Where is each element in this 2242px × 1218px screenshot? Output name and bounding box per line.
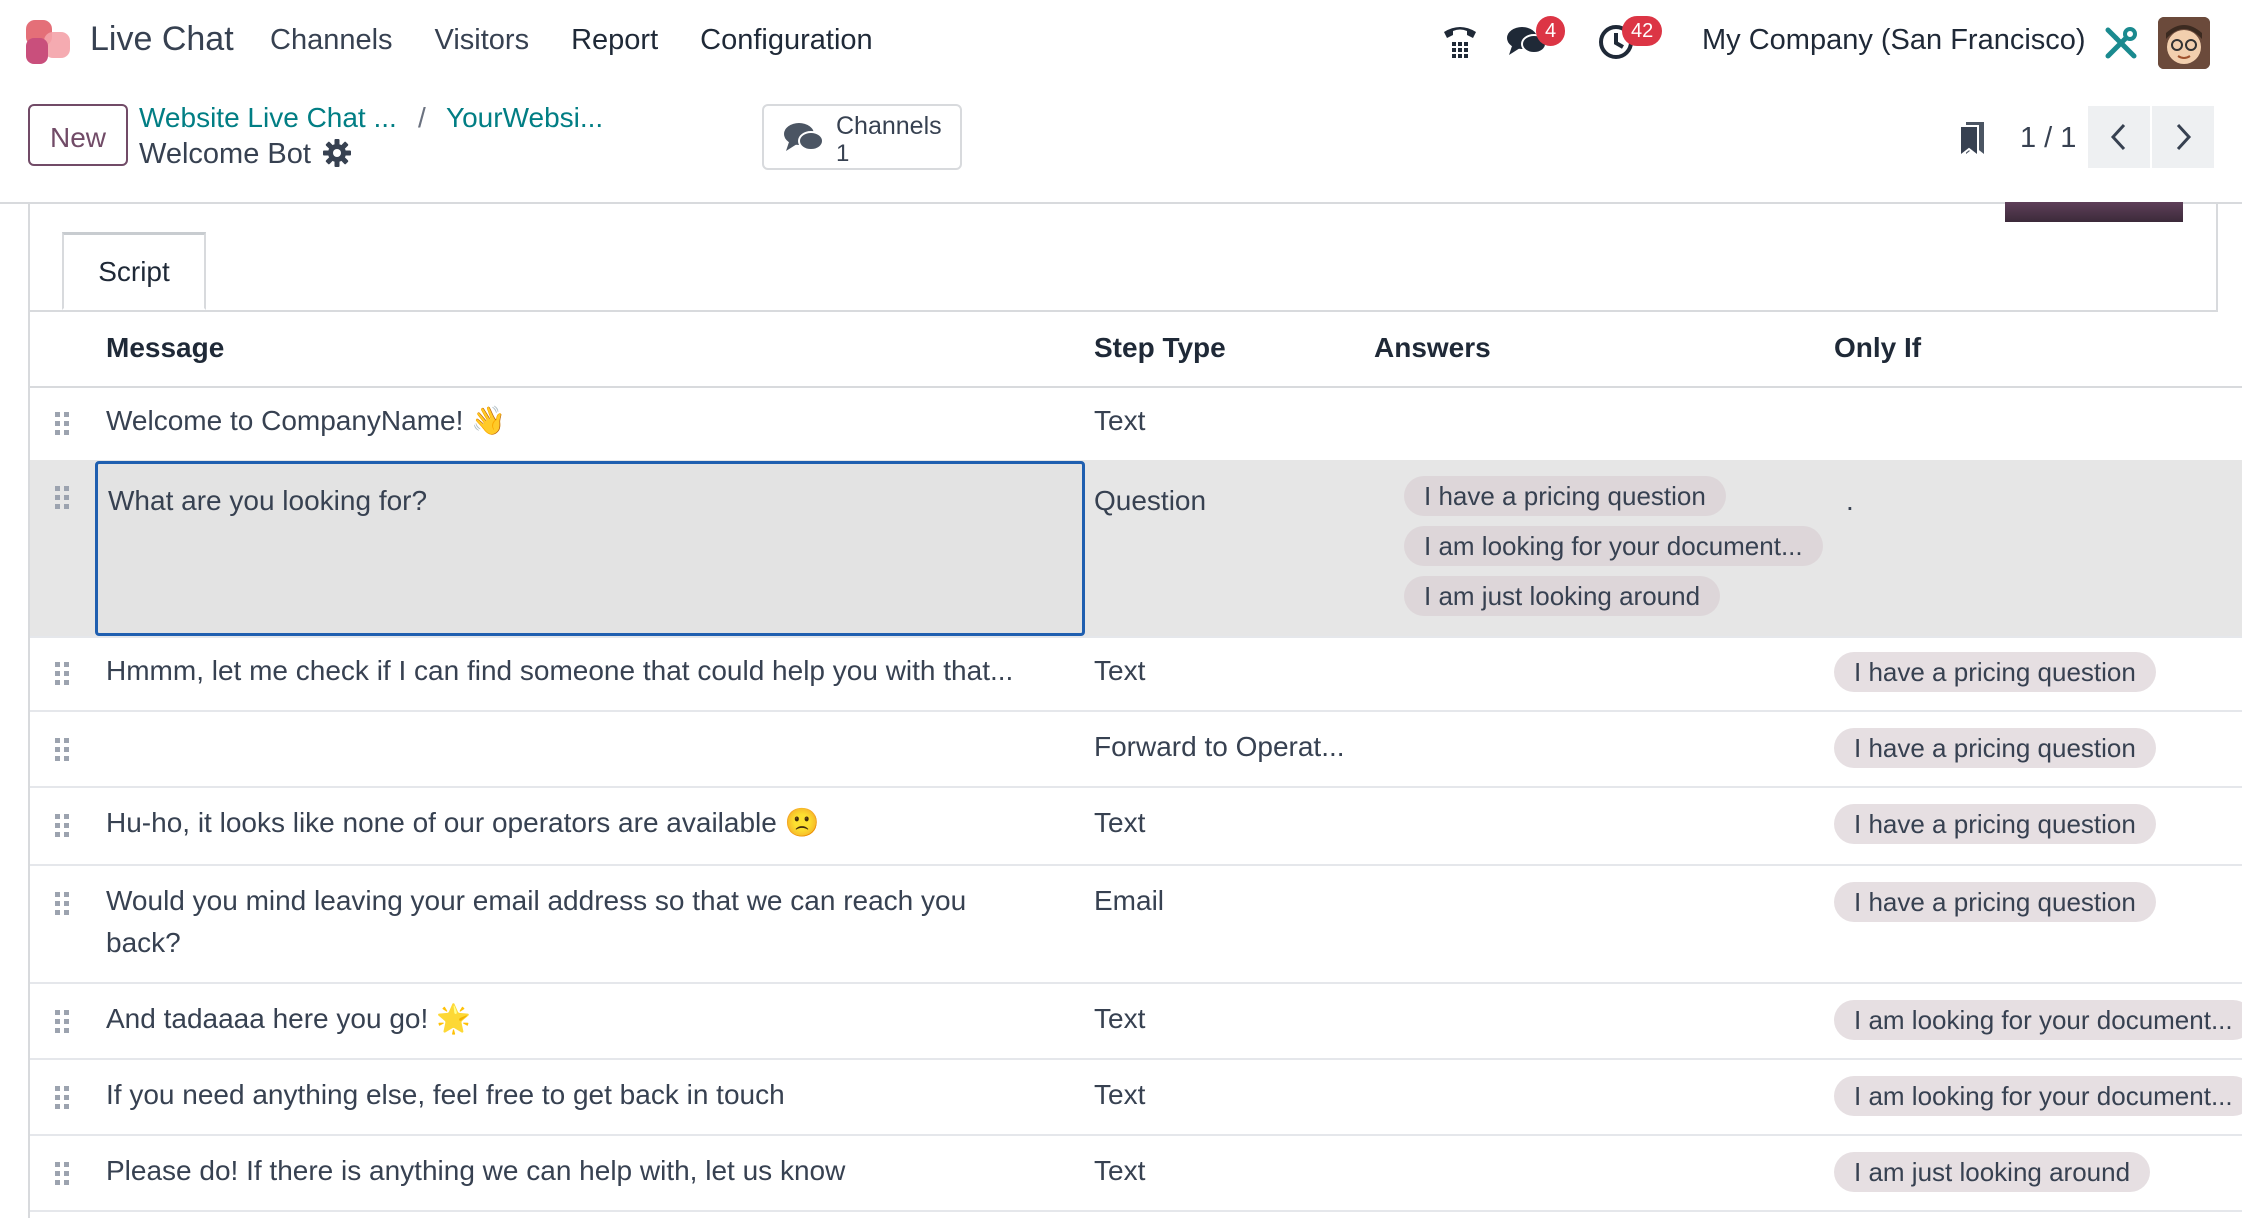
only-if-tag[interactable]: I have a pricing question — [1834, 728, 2156, 768]
breadcrumb-separator: / — [418, 102, 426, 133]
message-cell[interactable]: Please do! If there is anything we can h… — [106, 1150, 1086, 1192]
pager-previous-button[interactable] — [2088, 106, 2150, 168]
message-text[interactable]: What are you looking for? — [108, 480, 427, 522]
drag-handle-icon[interactable] — [54, 890, 70, 918]
drag-handle-icon[interactable] — [54, 660, 70, 688]
menu-report[interactable]: Report — [571, 24, 658, 57]
step-type-cell[interactable]: Forward to Operat... — [1094, 726, 1345, 768]
answers-tags: I have a pricing question I am looking f… — [1404, 476, 1823, 626]
record-title: Welcome Bot — [139, 138, 311, 170]
only-if-tag[interactable]: I have a pricing question — [1834, 804, 2156, 844]
column-only-if[interactable]: Only If — [1834, 332, 1921, 364]
table-row[interactable]: Welcome to CompanyName! 👋 Text — [30, 386, 2242, 462]
drag-handle-icon[interactable] — [54, 1160, 70, 1188]
only-if-tag[interactable]: I have a pricing question — [1834, 652, 2156, 692]
only-if-tag[interactable]: I am looking for your document... — [1834, 1000, 2242, 1040]
step-type-cell[interactable]: Text — [1094, 650, 1145, 692]
chat-bubbles-icon — [784, 123, 824, 151]
breadcrumb-your-website[interactable]: YourWebsi... — [446, 102, 603, 134]
drag-handle-icon[interactable] — [54, 812, 70, 840]
new-button[interactable]: New — [28, 104, 128, 166]
step-type-cell[interactable]: Text — [1094, 1150, 1145, 1192]
message-cell[interactable]: Hmmm, let me check if I can find someone… — [106, 650, 1086, 692]
step-type-cell[interactable]: Text — [1094, 802, 1145, 844]
step-type-cell[interactable]: Text — [1094, 998, 1145, 1040]
table-row[interactable]: Would you mind leaving your email addres… — [30, 866, 2242, 984]
table-row[interactable]: Forward to Operat... I have a pricing qu… — [30, 712, 2242, 788]
only-if-tag[interactable]: I am looking for your document... — [1834, 1076, 2242, 1116]
column-answers[interactable]: Answers — [1374, 332, 1491, 364]
table-row[interactable]: If you need anything else, feel free to … — [30, 1060, 2242, 1136]
message-cell[interactable]: Welcome to CompanyName! 👋 — [106, 400, 1086, 442]
drag-handle-icon[interactable] — [54, 484, 70, 512]
message-editor[interactable]: What are you looking for? — [95, 461, 1085, 636]
table-row[interactable]: And tadaaaa here you go! 🌟 Text I am loo… — [30, 984, 2242, 1060]
debug-tools-icon[interactable] — [2104, 26, 2138, 60]
breadcrumb-website-live-chat[interactable]: Website Live Chat ... — [139, 102, 397, 134]
drag-handle-icon[interactable] — [54, 1084, 70, 1112]
activity-badge: 42 — [1622, 16, 1663, 46]
chevron-left-icon — [2110, 123, 2126, 151]
pager-value[interactable]: 1 / 1 — [2020, 122, 2076, 155]
message-cell[interactable]: And tadaaaa here you go! 🌟 — [106, 998, 1086, 1040]
channels-smart-button[interactable]: Channels 1 — [762, 104, 962, 170]
answer-tag[interactable]: I am looking for your document... — [1404, 526, 1823, 566]
table-row[interactable]: Please do! If there is anything we can h… — [30, 1136, 2242, 1212]
message-cell[interactable]: If you need anything else, feel free to … — [106, 1074, 1086, 1116]
live-chat-app-icon[interactable] — [24, 18, 72, 66]
drag-handle-icon[interactable] — [54, 736, 70, 764]
messages-badge: 4 — [1536, 16, 1566, 46]
chevron-right-icon — [2176, 123, 2192, 151]
tab-script[interactable]: Script — [62, 232, 206, 310]
gear-icon[interactable] — [322, 138, 352, 168]
only-if-tag[interactable]: I am just looking around — [1834, 1152, 2151, 1192]
control-panel: New Website Live Chat ... / YourWebsi...… — [0, 84, 2242, 204]
table-row[interactable]: Hu-ho, it looks like none of our operato… — [30, 788, 2242, 866]
menu-visitors[interactable]: Visitors — [435, 24, 530, 57]
phone-icon[interactable] — [1440, 22, 1480, 64]
only-if-tag[interactable]: I have a pricing question — [1834, 882, 2156, 922]
column-message[interactable]: Message — [106, 332, 224, 364]
top-navbar: Live Chat Channels Visitors Report Confi… — [0, 0, 2242, 84]
drag-handle-icon[interactable] — [54, 410, 70, 438]
main-menu: Channels Visitors Report Configuration — [270, 24, 915, 57]
message-cell[interactable]: Would you mind leaving your email addres… — [106, 880, 1046, 964]
step-type-cell[interactable]: Question — [1094, 480, 1206, 522]
answer-tag[interactable]: I have a pricing question — [1404, 476, 1726, 516]
table-header: Message Step Type Answers Only If — [30, 310, 2242, 388]
image-field-edge — [2005, 202, 2183, 222]
company-switcher[interactable]: My Company (San Francisco) — [1702, 24, 2086, 57]
drag-handle-icon[interactable] — [54, 1008, 70, 1036]
menu-configuration[interactable]: Configuration — [700, 24, 873, 57]
notebook-tabs: Script — [28, 232, 2218, 312]
step-type-cell[interactable]: Text — [1094, 400, 1145, 442]
app-name[interactable]: Live Chat — [90, 20, 234, 59]
smart-button-count: 1 — [836, 140, 850, 167]
step-type-cell[interactable]: Text — [1094, 1074, 1145, 1116]
only-if-cell[interactable]: . — [1846, 480, 1854, 522]
user-avatar[interactable] — [2158, 17, 2210, 69]
bookmark-icon[interactable] — [1958, 120, 1986, 158]
table-row[interactable]: Hmmm, let me check if I can find someone… — [30, 636, 2242, 712]
answer-tag[interactable]: I am just looking around — [1404, 576, 1721, 616]
menu-channels[interactable]: Channels — [270, 24, 393, 57]
message-cell[interactable]: Hu-ho, it looks like none of our operato… — [106, 802, 1086, 844]
column-step-type[interactable]: Step Type — [1094, 332, 1226, 364]
pager-next-button[interactable] — [2152, 106, 2214, 168]
step-type-cell[interactable]: Email — [1094, 880, 1164, 922]
smart-button-label: Channels — [836, 112, 942, 140]
